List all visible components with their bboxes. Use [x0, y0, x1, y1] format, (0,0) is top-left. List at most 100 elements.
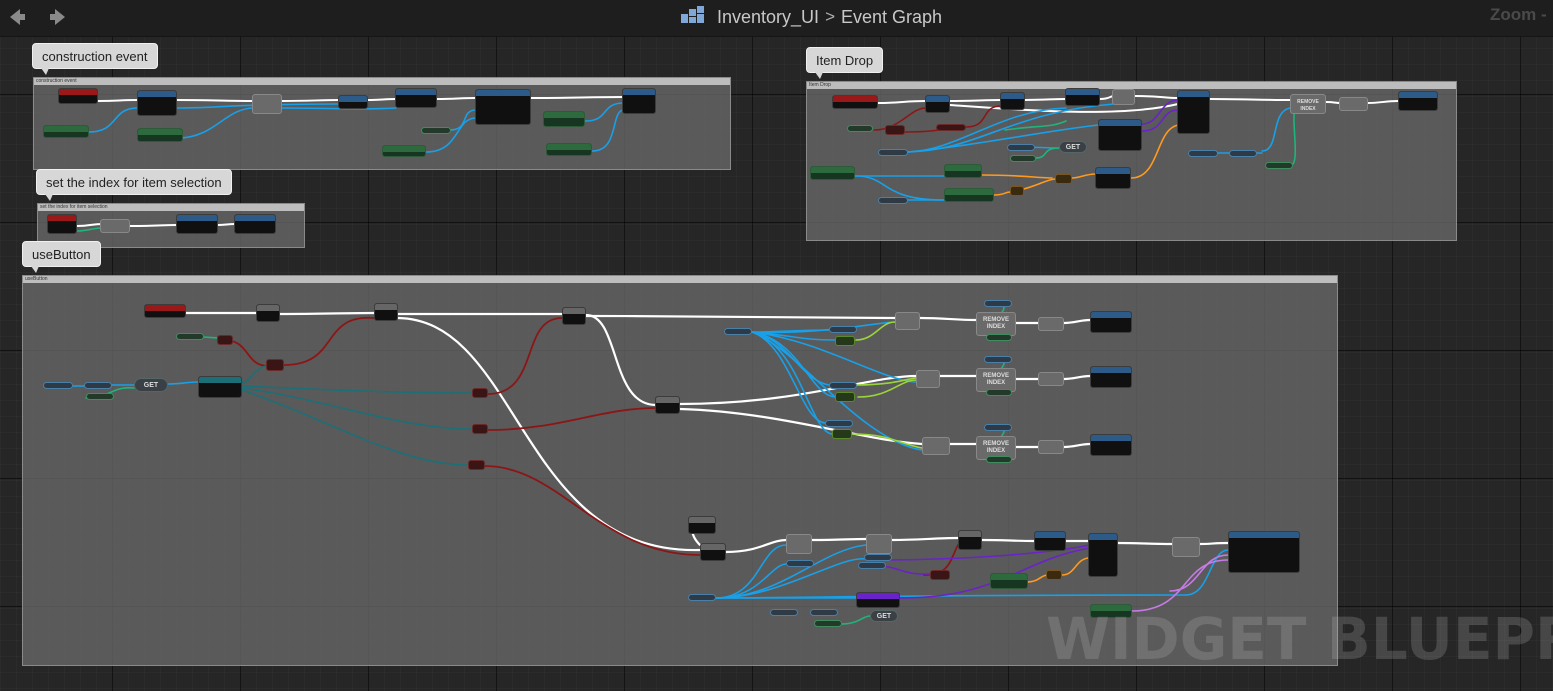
branch-node[interactable] — [562, 307, 586, 325]
variable-getter[interactable] — [814, 620, 842, 627]
branch-node[interactable] — [786, 534, 812, 554]
function-node[interactable] — [1065, 88, 1100, 106]
forward-arrow-icon[interactable] — [46, 5, 70, 29]
variable-getter[interactable] — [810, 609, 838, 616]
compare-node[interactable] — [930, 570, 950, 580]
macro-node[interactable] — [100, 219, 130, 233]
pure-function-node[interactable] — [137, 128, 183, 142]
function-node[interactable] — [958, 530, 982, 550]
variable-getter[interactable] — [984, 300, 1012, 307]
conversion-node[interactable] — [1055, 174, 1072, 184]
variable-getter[interactable] — [1007, 144, 1035, 151]
compare-node[interactable] — [832, 429, 852, 439]
event-node[interactable] — [47, 214, 77, 234]
conversion-node[interactable] — [1010, 186, 1024, 196]
variable-getter[interactable] — [984, 356, 1012, 363]
variable-getter[interactable] — [936, 124, 966, 131]
function-node[interactable] — [1000, 92, 1025, 110]
variable-getter[interactable] — [84, 382, 112, 389]
variable-getter[interactable] — [825, 420, 853, 427]
comment-bubble-use[interactable]: useButton — [22, 241, 101, 273]
variable-getter[interactable] — [984, 424, 1012, 431]
macro-node[interactable] — [1112, 89, 1135, 105]
variable-getter[interactable] — [986, 456, 1012, 463]
variable-getter[interactable] — [829, 326, 857, 333]
function-node[interactable] — [1090, 434, 1132, 456]
event-node[interactable] — [144, 304, 186, 318]
variable-getter[interactable] — [986, 334, 1012, 341]
function-node[interactable] — [395, 88, 437, 108]
pure-function-node[interactable] — [810, 166, 855, 180]
branch-node[interactable] — [374, 303, 398, 321]
variable-getter[interactable] — [986, 389, 1012, 396]
breadcrumb-asset[interactable]: Inventory_UI — [717, 7, 819, 28]
variable-getter[interactable] — [43, 382, 73, 389]
variable-getter[interactable] — [786, 560, 814, 567]
comment-bubble-index[interactable]: set the index for item selection — [36, 169, 232, 201]
variable-getter[interactable] — [724, 328, 752, 335]
variable-getter[interactable] — [1265, 162, 1293, 169]
variable-getter[interactable] — [858, 562, 886, 569]
array-remove-index-node[interactable]: REMOVE INDEX — [976, 312, 1016, 336]
compare-node[interactable] — [266, 359, 284, 371]
get-array-node[interactable]: GET — [134, 378, 168, 392]
function-node[interactable] — [1095, 167, 1131, 189]
variable-getter[interactable] — [688, 594, 716, 601]
macro-node[interactable] — [252, 94, 282, 114]
function-node[interactable] — [1398, 91, 1438, 111]
function-node[interactable] — [1090, 311, 1132, 333]
function-node[interactable] — [176, 214, 218, 234]
variable-getter[interactable] — [878, 149, 908, 156]
comment-bubble-construction[interactable]: construction event — [32, 43, 158, 75]
event-node[interactable] — [832, 95, 878, 109]
function-node[interactable] — [1090, 366, 1132, 388]
variable-getter[interactable] — [176, 333, 204, 340]
comment-bubble-drop[interactable]: Item Drop — [806, 47, 884, 79]
pure-function-node[interactable] — [944, 164, 982, 178]
break-struct-node[interactable] — [856, 592, 900, 608]
get-array-node[interactable]: GET — [1059, 141, 1087, 153]
function-node[interactable] — [1177, 90, 1210, 134]
pure-function-node[interactable] — [546, 143, 592, 156]
compare-node[interactable] — [472, 424, 488, 434]
variable-getter[interactable] — [1188, 150, 1218, 157]
branch-node[interactable] — [895, 312, 920, 330]
function-node[interactable] — [1228, 531, 1300, 573]
gate-node[interactable] — [700, 543, 726, 561]
branch-node[interactable] — [916, 370, 940, 388]
pure-function-node[interactable] — [944, 188, 994, 202]
sequence-node[interactable] — [655, 396, 680, 414]
pure-function-node[interactable] — [382, 145, 426, 157]
variable-getter[interactable] — [829, 382, 857, 389]
compare-node[interactable] — [468, 460, 485, 470]
back-arrow-icon[interactable] — [5, 5, 29, 29]
macro-node[interactable] — [1038, 372, 1064, 386]
variable-getter[interactable] — [1229, 150, 1257, 157]
branch-condition-node[interactable] — [885, 125, 905, 135]
variable-getter[interactable] — [864, 554, 892, 561]
variable-getter[interactable] — [878, 197, 908, 204]
compare-node[interactable] — [835, 336, 855, 346]
function-node[interactable] — [1034, 531, 1066, 551]
function-node[interactable] — [622, 88, 656, 114]
compare-node[interactable] — [835, 392, 855, 402]
function-node[interactable] — [475, 89, 531, 125]
breadcrumb-graph[interactable]: Event Graph — [841, 7, 942, 28]
conversion-node[interactable] — [1046, 570, 1062, 580]
variable-getter[interactable] — [86, 393, 114, 400]
function-node[interactable] — [234, 214, 276, 234]
branch-node[interactable] — [922, 437, 950, 455]
function-node[interactable] — [1088, 533, 1118, 577]
event-node[interactable] — [58, 88, 98, 104]
boolean-node[interactable] — [217, 335, 233, 345]
variable-getter[interactable] — [421, 127, 451, 134]
compare-node[interactable] — [472, 388, 488, 398]
delay-node[interactable] — [688, 516, 716, 534]
branch-node[interactable] — [866, 534, 892, 554]
branch-node[interactable] — [256, 304, 280, 322]
array-remove-index-node[interactable]: REMOVE INDEX — [1290, 94, 1326, 114]
pure-function-node[interactable] — [990, 573, 1028, 589]
pure-function-node[interactable] — [543, 111, 585, 127]
macro-node[interactable] — [1038, 440, 1064, 454]
variable-getter[interactable] — [1010, 155, 1036, 162]
